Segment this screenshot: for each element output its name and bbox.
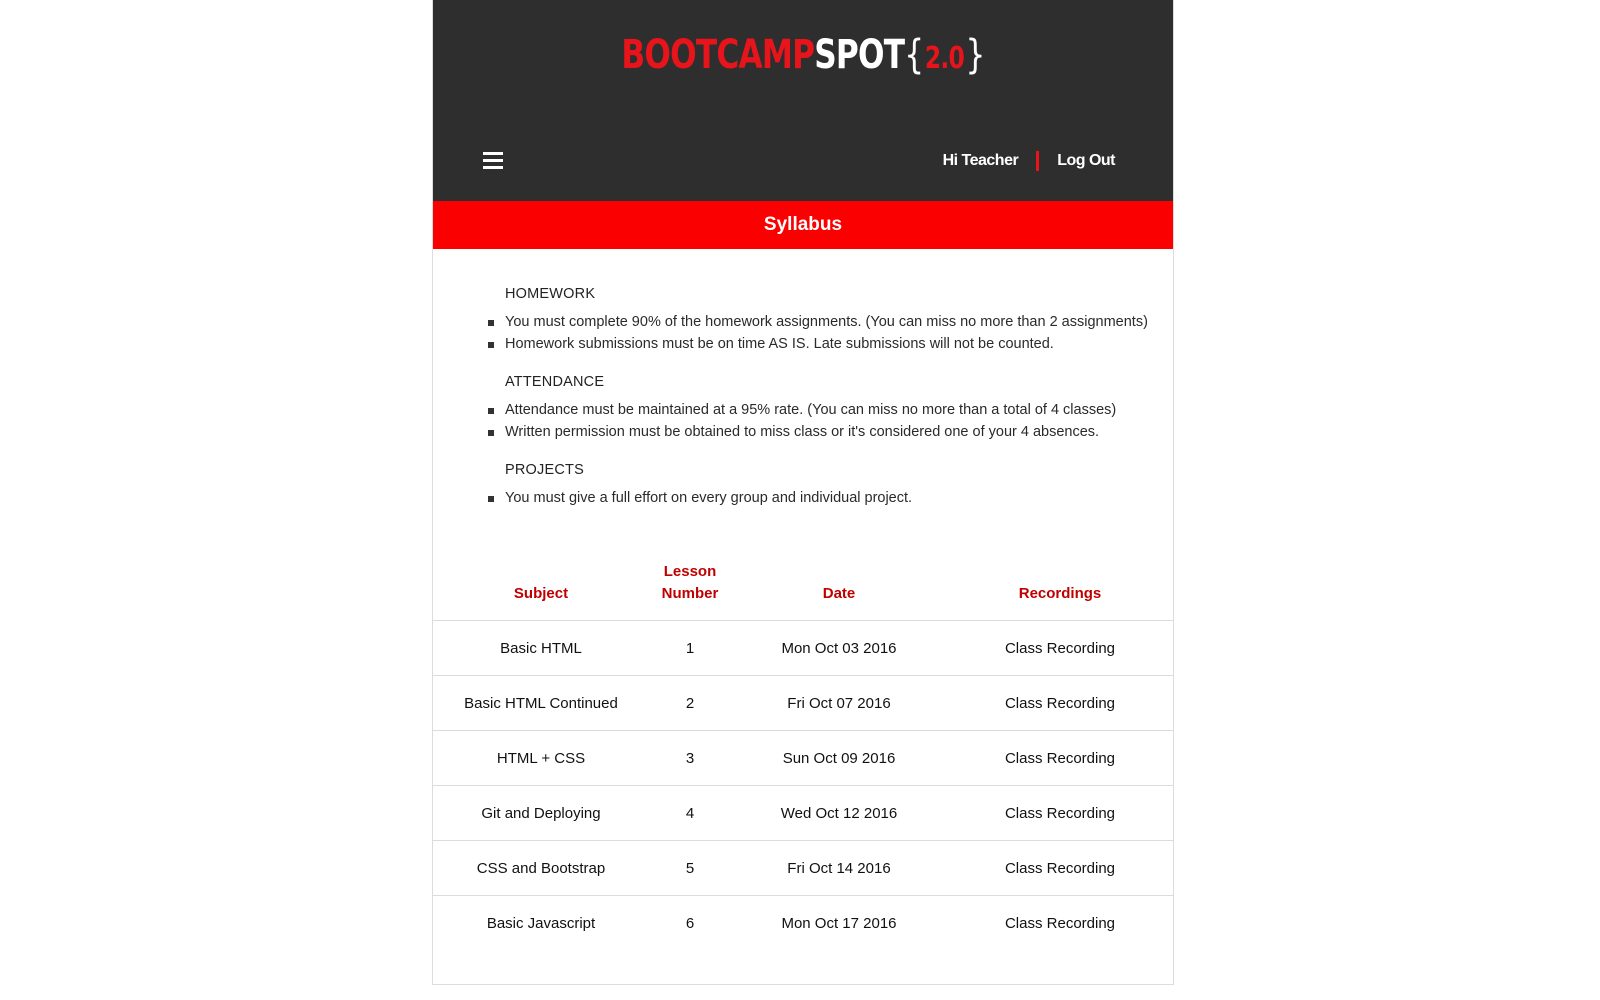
rules-heading-attendance: ATTENDANCE — [505, 374, 605, 390]
page-title: Syllabus — [433, 201, 1173, 249]
cell-recording: Class Recording — [947, 896, 1173, 951]
app-container: BOOTCAMPSPOT{2.0} Hi Teacher Log Out Syl… — [432, 0, 1174, 985]
menu-bar — [483, 159, 503, 162]
hamburger-menu-icon[interactable] — [483, 152, 503, 170]
cell-subject: Basic HTML Continued — [433, 675, 649, 731]
menu-bar — [483, 166, 503, 169]
rules-list-attendance: Attendance must be maintained at a 95% r… — [488, 400, 1173, 444]
class-recording-link[interactable]: Class Recording — [1005, 695, 1115, 712]
lessons-table: Subject Lesson Number Date Recordings Bas… — [433, 561, 1173, 950]
cell-date: Fri Oct 14 2016 — [731, 840, 947, 896]
cell-recording: Class Recording — [947, 620, 1173, 676]
class-recording-link[interactable]: Class Recording — [1005, 915, 1115, 932]
cell-date: Mon Oct 17 2016 — [781, 914, 897, 932]
cell-recording: Class Recording — [947, 785, 1173, 841]
rules-list-homework: You must complete 90% of the homework as… — [488, 312, 1173, 356]
column-header-recordings: Recordings — [947, 561, 1173, 621]
column-header-lesson-number: Lesson Number — [649, 561, 731, 621]
rules-heading-homework: HOMEWORK — [505, 286, 596, 302]
logo-part-spot: SPOT — [814, 32, 905, 78]
cell-date: Sun Oct 09 2016 — [731, 730, 947, 786]
cell-recording: Class Recording — [947, 675, 1173, 731]
cell-lesson-number: 4 — [649, 785, 731, 841]
cell-subject: CSS and Bootstrap — [433, 840, 649, 896]
table-row: Basic Javascript 6 Mon Oct 17 2016 Class… — [433, 896, 1173, 951]
logo-version: 2.0 — [924, 41, 965, 76]
column-header-date: Date — [731, 561, 947, 621]
table-row: Basic HTML Continued 2 Fri Oct 07 2016 C… — [433, 675, 1173, 731]
lesson-header-line2: Number — [661, 585, 719, 602]
class-recording-link[interactable]: Class Recording — [1005, 750, 1115, 767]
cell-subject: HTML + CSS — [433, 730, 649, 786]
column-header-subject: Subject — [433, 561, 649, 621]
rules-heading-projects: PROJECTS — [505, 462, 584, 478]
logo-brace-close: } — [965, 32, 986, 78]
table-row: Git and Deploying 4 Wed Oct 12 2016 Clas… — [433, 785, 1173, 841]
cell-date: Fri Oct 07 2016 — [731, 675, 947, 731]
cell-date: Mon Oct 03 2016 — [731, 620, 947, 676]
cell-recording: Class Recording — [947, 730, 1173, 786]
class-recording-link[interactable]: Class Recording — [1005, 640, 1115, 657]
menu-bar — [483, 152, 503, 155]
rule-item: Homework submissions must be on time AS … — [488, 334, 1173, 356]
cell-subject: Git and Deploying — [433, 785, 649, 841]
table-row: Basic HTML 1 Mon Oct 03 2016 Class Recor… — [433, 620, 1173, 676]
class-recording-link[interactable]: Class Recording — [1005, 860, 1115, 877]
table-row: CSS and Bootstrap 5 Fri Oct 14 2016 Clas… — [433, 840, 1173, 896]
table-header-row: Subject Lesson Number Date Recordings — [433, 561, 1173, 621]
syllabus-rules: HOMEWORK You must complete 90% of the ho… — [433, 249, 1173, 510]
nav-divider — [1036, 151, 1040, 171]
cell-lesson-number: 3 — [649, 730, 731, 786]
logo-brace-open: { — [904, 32, 924, 78]
rule-item: You must complete 90% of the homework as… — [488, 312, 1173, 334]
cell-lesson-number: 1 — [649, 620, 731, 676]
lesson-header-line1: Lesson — [663, 563, 717, 580]
cell-recording: Class Recording — [947, 840, 1173, 896]
site-header: BOOTCAMPSPOT{2.0} Hi Teacher Log Out — [433, 0, 1173, 201]
rule-item: Attendance must be maintained at a 95% r… — [488, 400, 1173, 422]
cell-date: Wed Oct 12 2016 — [731, 785, 947, 841]
user-nav: Hi Teacher Log Out — [943, 151, 1115, 171]
rules-list-projects: You must give a full effort on every gro… — [488, 488, 1173, 510]
cell-lesson-number: 2 — [649, 675, 731, 731]
cell-lesson-number: 5 — [649, 840, 731, 896]
rule-item: You must give a full effort on every gro… — [488, 488, 1173, 510]
greeting-link[interactable]: Hi Teacher — [943, 152, 1019, 170]
rule-item: Written permission must be obtained to m… — [488, 422, 1173, 444]
cell-lesson-number: 6 — [685, 914, 695, 932]
cell-subject: Basic HTML — [433, 620, 649, 676]
logout-link[interactable]: Log Out — [1057, 152, 1115, 170]
bootcampspot-logo[interactable]: BOOTCAMPSPOT{2.0} — [514, 32, 1091, 78]
logo-part-bootcamp: BOOTCAMP — [621, 32, 815, 78]
table-row: HTML + CSS 3 Sun Oct 09 2016 Class Recor… — [433, 730, 1173, 786]
class-recording-link[interactable]: Class Recording — [1005, 805, 1115, 822]
cell-subject: Basic Javascript — [486, 914, 596, 932]
